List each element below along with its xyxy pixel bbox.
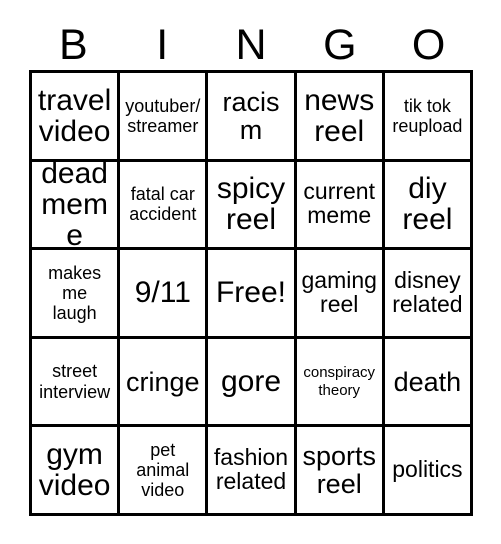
header-letter-n: N bbox=[235, 20, 267, 69]
bingo-cell[interactable]: street interview bbox=[32, 338, 121, 428]
bingo-cell[interactable]: tik tok reupload bbox=[384, 73, 474, 162]
header-letter-i: I bbox=[156, 20, 169, 69]
header-letter-b: B bbox=[59, 20, 88, 69]
bingo-cell-label: gaming reel bbox=[301, 267, 377, 317]
bingo-cell-label: death bbox=[393, 366, 462, 397]
bingo-cell[interactable]: youtuber/ streamer bbox=[120, 73, 209, 162]
bingo-cell-label: makes me laugh bbox=[48, 262, 102, 324]
bingo-cell-label: Free! bbox=[215, 276, 287, 310]
bingo-cell-label: racism bbox=[222, 86, 280, 145]
bingo-cell-free-space[interactable]: Free! bbox=[208, 250, 297, 339]
bingo-cell-label: gym video bbox=[38, 437, 111, 503]
bingo-grid: travel video youtuber/ streamer racism n… bbox=[29, 70, 474, 516]
bingo-cell[interactable]: gore bbox=[208, 338, 297, 428]
bingo-card: B I N G O travel video youtuber/ streame… bbox=[0, 0, 501, 544]
bingo-cell-label: news reel bbox=[304, 83, 375, 148]
bingo-cell[interactable]: 9/11 bbox=[120, 250, 209, 339]
bingo-cell-label: fashion related bbox=[213, 444, 289, 495]
bingo-cell-label: 9/11 bbox=[134, 276, 191, 310]
bingo-cell-label: youtuber/ streamer bbox=[125, 95, 201, 136]
bingo-cell-label: spicy reel bbox=[216, 172, 286, 237]
bingo-cell[interactable]: news reel bbox=[296, 73, 385, 162]
bingo-cell-label: cringe bbox=[126, 366, 200, 397]
bingo-cell-label: fatal car accident bbox=[129, 184, 197, 225]
bingo-cell-label: conspiracy theory bbox=[303, 364, 376, 399]
bingo-cell[interactable]: gaming reel bbox=[296, 250, 385, 339]
bingo-cell[interactable]: travel video bbox=[32, 73, 121, 162]
bingo-cell-label: travel video bbox=[37, 83, 112, 148]
bingo-cell-label: sports reel bbox=[302, 441, 376, 500]
bingo-row: makes me laugh 9/11 Free! gaming reel di… bbox=[32, 250, 474, 339]
bingo-cell-label: current meme bbox=[303, 178, 375, 229]
bingo-cell-label: pet animal video bbox=[136, 439, 190, 501]
bingo-cell[interactable]: cringe bbox=[120, 338, 209, 428]
bingo-cell-label: street interview bbox=[39, 361, 111, 402]
bingo-row: gym video pet animal video fashion relat… bbox=[32, 427, 474, 516]
header-letter-g: G bbox=[323, 20, 357, 69]
bingo-cell[interactable]: diy reel bbox=[384, 161, 474, 251]
bingo-cell[interactable]: disney related bbox=[384, 250, 474, 339]
bingo-cell-label: diy reel bbox=[402, 172, 453, 237]
bingo-cell[interactable]: sports reel bbox=[296, 427, 385, 516]
bingo-cell[interactable]: makes me laugh bbox=[32, 250, 121, 339]
bingo-cell-label: gore bbox=[220, 364, 282, 398]
bingo-cell[interactable]: current meme bbox=[296, 161, 385, 251]
bingo-cell[interactable]: spicy reel bbox=[208, 161, 297, 251]
bingo-cell[interactable]: fatal car accident bbox=[120, 161, 209, 251]
bingo-cell[interactable]: racism bbox=[208, 73, 297, 162]
bingo-cell-label: tik tok reupload bbox=[392, 95, 463, 136]
header-letter-o: O bbox=[411, 20, 446, 69]
bingo-header: B I N G O bbox=[29, 20, 473, 70]
bingo-cell[interactable]: pet animal video bbox=[120, 427, 209, 516]
bingo-cell[interactable]: death bbox=[384, 338, 474, 428]
bingo-cell-label: disney related bbox=[392, 267, 463, 317]
bingo-cell-label: dead meme bbox=[41, 161, 108, 251]
bingo-row: street interview cringe gore conspiracy … bbox=[32, 338, 474, 428]
bingo-row: travel video youtuber/ streamer racism n… bbox=[32, 73, 474, 162]
bingo-cell[interactable]: gym video bbox=[32, 427, 121, 516]
bingo-cell[interactable]: politics bbox=[384, 427, 474, 516]
bingo-cell-label: politics bbox=[392, 456, 463, 483]
bingo-row: dead meme fatal car accident spicy reel … bbox=[32, 161, 474, 251]
bingo-cell[interactable]: dead meme bbox=[32, 161, 121, 251]
bingo-cell[interactable]: conspiracy theory bbox=[296, 338, 385, 428]
bingo-cell[interactable]: fashion related bbox=[208, 427, 297, 516]
